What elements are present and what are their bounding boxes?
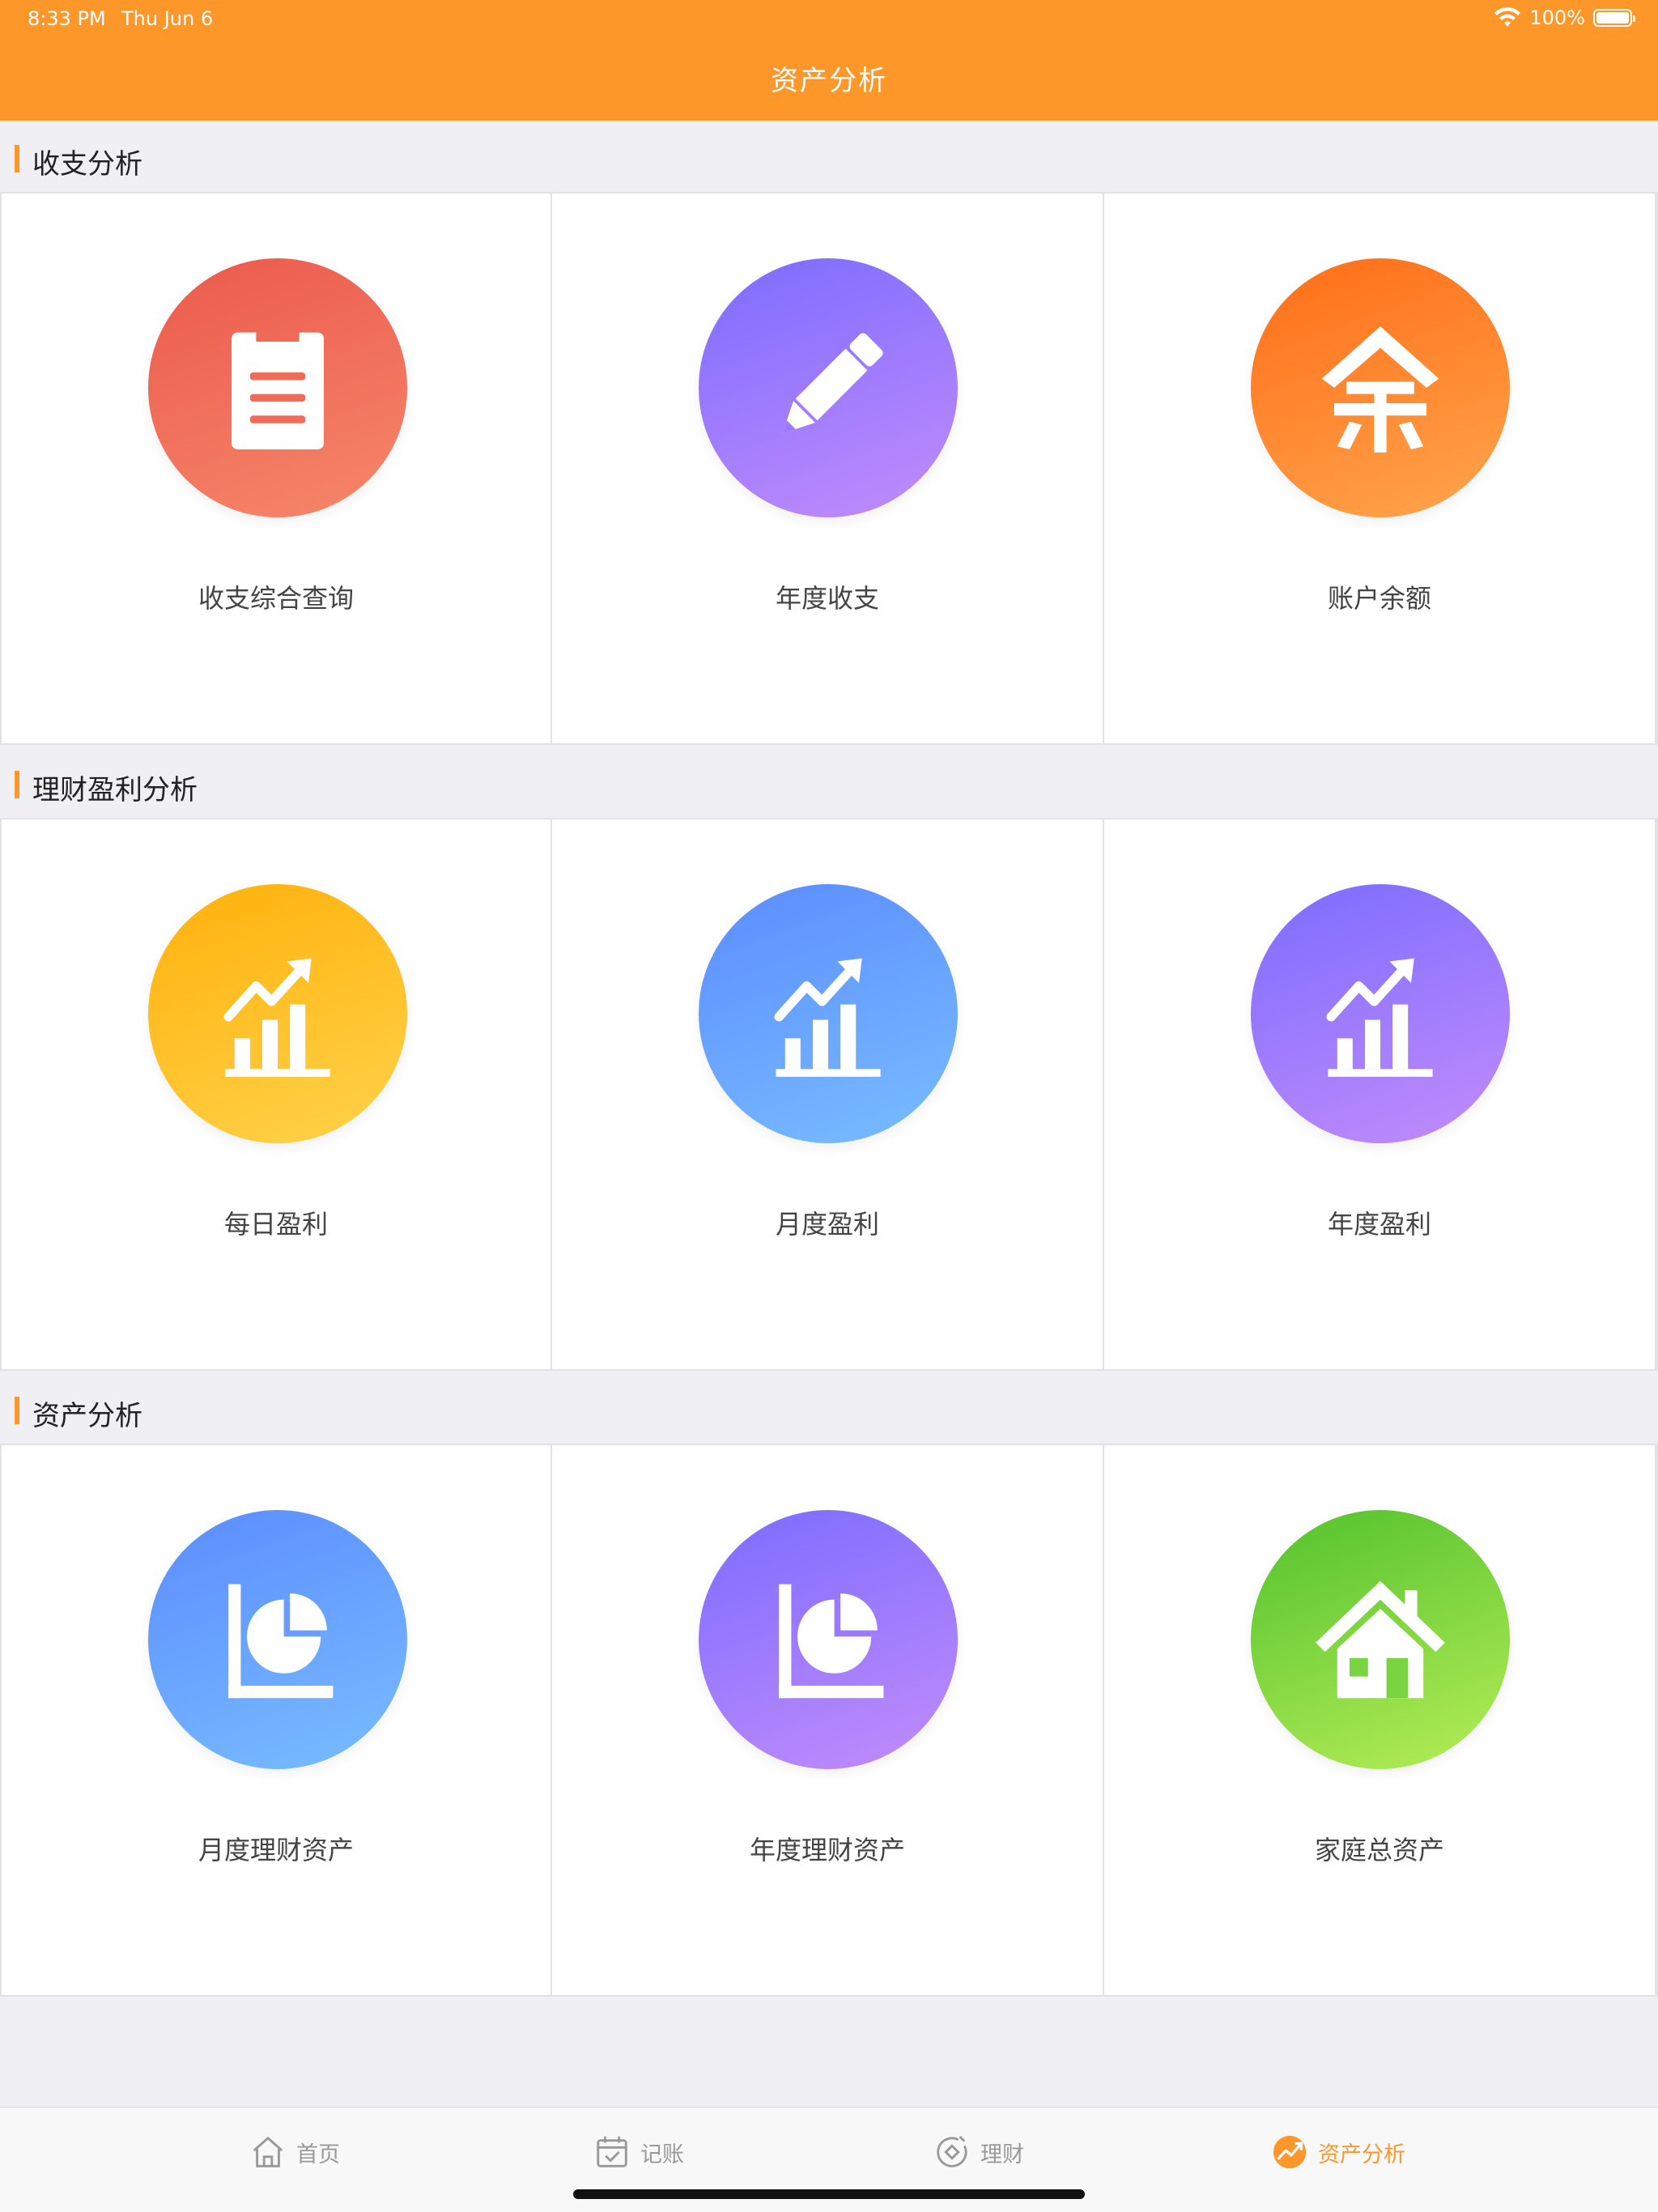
tab-bookkeeping[interactable]: 记账	[593, 2132, 684, 2172]
card-monthly-profit[interactable]: 月度盈利	[552, 818, 1104, 1371]
card-household-total-assets[interactable]: 家庭总资产	[1104, 1444, 1656, 1997]
app-screen: 8:33 PM Thu Jun 6 100% 资产分析 收支分析 收支综合查询 …	[0, 0, 1658, 2212]
status-time: 8:33 PM	[28, 7, 106, 30]
house-icon	[1251, 1510, 1510, 1769]
section-accent-bar	[15, 145, 19, 172]
analysis-icon	[1273, 2135, 1307, 2169]
tab-label: 首页	[296, 2142, 340, 2167]
tab-home[interactable]: 首页	[249, 2132, 340, 2172]
clipboard-icon	[148, 258, 407, 517]
card-annual-income-expense[interactable]: 年度收支	[552, 192, 1104, 745]
card-label: 年度理财资产	[749, 1835, 905, 1865]
bar-chart-trend-icon	[699, 884, 958, 1143]
section-accent-bar	[15, 771, 19, 798]
card-label: 家庭总资产	[1314, 1835, 1444, 1865]
section-grid-investment-profit: 每日盈利 月度盈利 年度盈利	[0, 818, 1658, 1371]
nav-header: 8:33 PM Thu Jun 6 100% 资产分析	[0, 0, 1658, 121]
card-label: 每日盈利	[223, 1209, 328, 1240]
tab-finance[interactable]: 理财	[933, 2132, 1024, 2172]
card-label: 月度盈利	[775, 1209, 879, 1240]
status-date: Thu Jun 6	[121, 7, 214, 30]
calendar-check-icon	[597, 2136, 627, 2167]
tab-asset-analysis[interactable]: 资产分析	[1271, 2132, 1405, 2172]
bar-chart-trend-icon	[1251, 884, 1510, 1143]
page-title: 资产分析	[771, 65, 887, 97]
card-annual-profit[interactable]: 年度盈利	[1104, 818, 1656, 1371]
status-bar: 8:33 PM Thu Jun 6 100%	[0, 0, 1658, 37]
wifi-icon	[1494, 7, 1521, 27]
home-icon	[253, 2137, 283, 2167]
section-title: 收支分析	[32, 148, 142, 181]
battery-icon	[1593, 9, 1635, 27]
bar-chart-trend-icon	[148, 884, 407, 1143]
battery-percent: 100%	[1529, 6, 1585, 29]
tab-label: 资产分析	[1318, 2142, 1405, 2167]
card-account-balance[interactable]: 账户余额	[1104, 192, 1656, 745]
yu-char-icon	[1251, 258, 1510, 517]
section-title: 理财盈利分析	[32, 774, 198, 806]
card-income-expense-query[interactable]: 收支综合查询	[0, 192, 552, 745]
card-label: 收支综合查询	[198, 583, 354, 614]
home-indicator	[573, 2189, 1085, 2199]
section-accent-bar	[15, 1397, 19, 1424]
card-label: 账户余额	[1327, 583, 1431, 614]
card-annual-investment-assets[interactable]: 年度理财资产	[552, 1444, 1104, 1997]
section-header-income-expense: 收支分析	[0, 121, 1658, 194]
card-monthly-investment-assets[interactable]: 月度理财资产	[0, 1444, 552, 1997]
battery-fill	[1596, 12, 1629, 23]
pie-chart-icon	[148, 1510, 407, 1769]
status-right: 100%	[1494, 6, 1635, 29]
section-header-investment-profit: 理财盈利分析	[0, 747, 1658, 819]
coin-icon	[937, 2135, 967, 2167]
section-title: 资产分析	[32, 1400, 142, 1432]
pencil-icon	[699, 258, 958, 517]
pie-chart-icon	[699, 1510, 958, 1769]
section-header-asset-analysis: 资产分析	[0, 1372, 1658, 1445]
tab-label: 理财	[980, 2142, 1024, 2167]
tab-label: 记账	[640, 2142, 684, 2167]
section-grid-asset-analysis: 月度理财资产 年度理财资产 家庭总资产	[0, 1444, 1658, 1997]
card-label: 年度收支	[775, 583, 879, 614]
section-grid-income-expense: 收支综合查询 年度收支 账户余额	[0, 192, 1658, 745]
card-label: 月度理财资产	[198, 1835, 354, 1865]
card-label: 年度盈利	[1327, 1209, 1431, 1240]
card-daily-profit[interactable]: 每日盈利	[0, 818, 552, 1371]
